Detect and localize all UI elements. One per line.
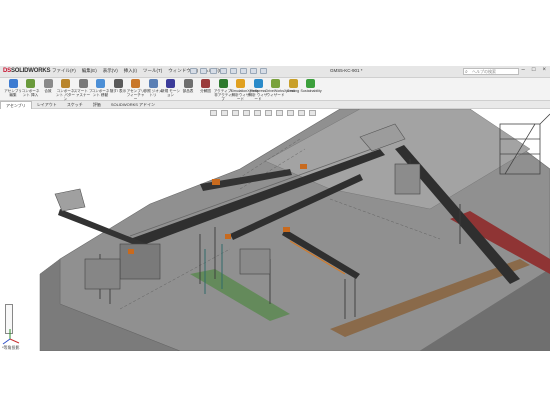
menu-edit[interactable]: 編集(E): [82, 68, 97, 74]
tab-layout[interactable]: レイアウト: [32, 101, 62, 108]
left-hopper: [54, 188, 86, 212]
menu-insert[interactable]: 挿入(I): [124, 68, 137, 74]
search-placeholder: ヘルプの検索: [472, 69, 496, 74]
print-icon[interactable]: [220, 68, 227, 74]
menu-file[interactable]: ファイル(F): [52, 68, 76, 74]
document-title: GMS5-KC-901 *: [330, 68, 363, 73]
tab-assembly[interactable]: アセンブリ: [0, 101, 32, 109]
command-manager-ribbon: アセンブリ 編集 コンポーネント 挿入 合致 コンポーネント パターン スマート ファス…: [0, 78, 550, 101]
edit-assembly-icon: [8, 79, 18, 88]
ribbon-button-label: Sustainability: [300, 89, 322, 93]
zoom-area-icon[interactable]: [221, 110, 228, 116]
move-component-icon: [96, 79, 105, 88]
assembly-3d-view[interactable]: [0, 109, 550, 351]
tab-evaluate[interactable]: 評価: [88, 101, 106, 108]
exploded-view-icon: [201, 79, 210, 88]
solidworks-window: DSSOLIDWORKS ファイル(F) 編集(E) 表示(V) 挿入(I) ツ…: [0, 66, 550, 351]
previous-view-icon[interactable]: [232, 110, 239, 116]
zoom-to-fit-icon[interactable]: [210, 110, 217, 116]
bom-icon: [183, 79, 193, 88]
ribbon-button-label: Costing: [286, 89, 300, 93]
quick-access-toolbar: [190, 68, 267, 74]
assembly-feature-icon: [131, 79, 140, 88]
tab-sketch[interactable]: スケッチ: [62, 101, 88, 108]
mate-icon: [43, 79, 53, 88]
view-orientation-label: *等角投影: [2, 345, 20, 350]
instant3d-icon: [218, 79, 228, 88]
display-style-icon[interactable]: [265, 110, 272, 116]
ribbon-button-label: コンポーネント 挿入: [21, 89, 40, 97]
driveworks-icon: [271, 79, 280, 88]
menu-tools[interactable]: ツール(T): [143, 68, 162, 74]
heads-up-view-toolbar: [210, 110, 316, 116]
hide-show-items-icon[interactable]: [276, 110, 283, 116]
view-orientation-icon[interactable]: [254, 110, 261, 116]
maximize-icon[interactable]: □: [532, 67, 536, 73]
section-view-icon[interactable]: [243, 110, 250, 116]
title-bar: DSSOLIDWORKS ファイル(F) 編集(E) 表示(V) 挿入(I) ツ…: [0, 66, 550, 78]
ribbon-button-label: コンポーネント 移動: [91, 89, 110, 97]
ribbon-button-label: 合致: [44, 89, 52, 93]
insert-component-icon: [26, 79, 35, 88]
ribbon-button-label: 部品表: [182, 89, 194, 93]
open-icon[interactable]: [200, 68, 207, 74]
costing-icon: [288, 79, 298, 88]
close-icon[interactable]: ×: [542, 67, 546, 73]
menu-view[interactable]: 表示(V): [103, 68, 118, 74]
rebuild-icon[interactable]: [250, 68, 257, 74]
simulation-icon: [236, 79, 245, 88]
ribbon-button-label: 分解図: [200, 89, 211, 93]
ribbon-button-label: アセンブリ フィーチャー: [126, 89, 145, 101]
component-pattern-icon: [61, 79, 70, 88]
minimize-icon[interactable]: –: [522, 67, 525, 73]
graphics-area[interactable]: *等角投影: [0, 109, 550, 351]
new-motion-icon: [166, 79, 175, 88]
sustainability-icon: [306, 79, 315, 88]
scene-icon[interactable]: [298, 110, 305, 116]
tab-addins[interactable]: SOLIDWORKS アドイン: [106, 101, 160, 108]
options-icon[interactable]: [260, 68, 267, 74]
new-document-icon[interactable]: [190, 68, 197, 74]
appearance-icon[interactable]: [287, 110, 294, 116]
window-controls: – □ ×: [522, 67, 546, 73]
select-icon[interactable]: [240, 68, 247, 74]
help-search-input[interactable]: ⌕ ヘルプの検索: [463, 68, 519, 75]
show-hide-icon: [113, 79, 123, 88]
ribbon-button-label: 隠す/ 表示: [109, 89, 127, 93]
command-manager-tabs: アセンブリ レイアウト スケッチ 評価 SOLIDWORKS アドイン: [0, 101, 550, 109]
floxpress-icon: [253, 79, 263, 88]
reference-triad-icon: [2, 329, 20, 345]
search-icon: ⌕: [465, 69, 468, 75]
undo-icon[interactable]: [230, 68, 237, 74]
save-icon[interactable]: [210, 68, 217, 74]
ribbon-button-label: アセンブリ 編集: [4, 89, 22, 97]
solidworks-logo[interactable]: DSSOLIDWORKS: [3, 68, 50, 74]
ribbon-button-sustainability[interactable]: Sustainability: [300, 79, 322, 93]
view-settings-icon[interactable]: [309, 110, 316, 116]
ribbon-button-label: アクティブ/非アクティブ: [213, 89, 233, 101]
smart-fastener-icon: [78, 79, 88, 88]
reference-geometry-icon: [148, 79, 158, 88]
